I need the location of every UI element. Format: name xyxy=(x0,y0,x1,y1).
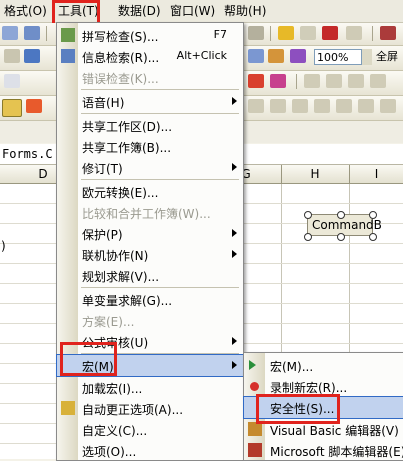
submenu-item-script-editor[interactable]: Microsoft 脚本编辑器(E) xyxy=(244,440,403,461)
submenu-arrow-icon xyxy=(232,250,237,258)
drawing-icon[interactable] xyxy=(290,49,306,63)
design-mode-icon[interactable] xyxy=(2,99,22,117)
submenu-arrow-icon xyxy=(232,229,237,237)
menu-item-euro-conversion[interactable]: 欧元转换(E)... xyxy=(57,181,243,202)
spelling-check-icon xyxy=(61,28,75,42)
chevron-down-icon[interactable] xyxy=(362,49,372,65)
button-icon[interactable] xyxy=(292,99,308,113)
paste-icon[interactable] xyxy=(24,26,40,40)
chart-icon[interactable] xyxy=(268,49,284,63)
resize-handle[interactable] xyxy=(304,211,312,219)
font-a-icon[interactable] xyxy=(380,26,396,40)
menu-window[interactable]: 窗口(W) xyxy=(170,3,215,19)
menu-data[interactable]: 数据(D) xyxy=(118,3,161,19)
play-icon xyxy=(249,360,256,370)
record-icon xyxy=(250,382,259,391)
combobox-icon[interactable] xyxy=(358,99,374,113)
submenu-arrow-icon xyxy=(232,361,237,369)
submenu-arrow-icon xyxy=(232,337,237,345)
option-icon[interactable] xyxy=(314,99,330,113)
submenu-arrow-icon xyxy=(232,97,237,105)
autocorrect-icon xyxy=(61,401,75,415)
checkbox-icon[interactable] xyxy=(248,99,264,113)
command-button-label: CommandB xyxy=(312,218,382,232)
list-icon[interactable] xyxy=(348,74,364,88)
menu-item-speech[interactable]: 语音(H) xyxy=(57,91,243,112)
merge-icon[interactable] xyxy=(270,74,286,88)
menu-item-online-collaboration[interactable]: 联机协作(N) xyxy=(57,244,243,265)
menu-item-options[interactable]: 选项(O)... xyxy=(57,440,243,461)
frame-icon[interactable] xyxy=(370,74,386,88)
full-screen-button[interactable]: 全屏 xyxy=(376,49,403,65)
menu-item-add-ins[interactable]: 加载宏(I)... xyxy=(57,377,243,398)
menu-item-shared-workbook[interactable]: 共享工作簿(B)... xyxy=(57,136,243,157)
zoom-select[interactable]: 100% xyxy=(314,49,362,65)
chevron-down-icon[interactable] xyxy=(300,26,316,40)
listbox-icon[interactable] xyxy=(336,99,352,113)
spelling-icon[interactable] xyxy=(4,49,20,63)
script-editor-icon xyxy=(248,443,262,457)
textbox-icon[interactable] xyxy=(270,99,286,113)
menu-item-solver[interactable]: 规划求解(V)... xyxy=(57,265,243,286)
resize-handle[interactable] xyxy=(369,233,377,241)
menu-item-protection[interactable]: 保护(P) xyxy=(57,223,243,244)
menu-item-goal-seek[interactable]: 单变量求解(G)... xyxy=(57,289,243,310)
font-size-icon[interactable] xyxy=(4,74,20,88)
menu-item-compare-merge: 比较和合并工作簿(W)... xyxy=(82,207,211,221)
submenu-arrow-icon xyxy=(232,163,237,171)
menu-item-error-check: 错误检查(K)... xyxy=(82,72,159,86)
resize-handle[interactable] xyxy=(337,211,345,219)
grid-icon[interactable] xyxy=(304,74,320,88)
border-icon[interactable] xyxy=(248,26,264,40)
menu-item-customize[interactable]: 自定义(C)... xyxy=(57,419,243,440)
toggle-icon[interactable] xyxy=(380,99,396,113)
research-icon xyxy=(61,49,75,63)
menu-item-spelling[interactable]: 拼写检查(S)... F7 xyxy=(57,25,243,46)
column-header-i[interactable]: I xyxy=(350,165,403,183)
align-icon[interactable] xyxy=(248,74,264,88)
cell-text: ) xyxy=(1,239,6,253)
tools-menu: 拼写检查(S)... F7 信息检索(R)... Alt+Click 错误检查(… xyxy=(56,22,244,461)
properties-icon[interactable] xyxy=(26,99,42,113)
menu-item-shared-workspace[interactable]: 共享工作区(D)... xyxy=(57,115,243,136)
column-header-h[interactable]: H xyxy=(282,165,348,183)
menu-item-track-changes[interactable]: 修订(T) xyxy=(57,157,243,178)
resize-handle[interactable] xyxy=(304,233,312,241)
menu-item-autocorrect[interactable]: 自动更正选项(A)... xyxy=(57,398,243,419)
resize-handle[interactable] xyxy=(369,211,377,219)
menu-item-scenarios: 方案(E)... xyxy=(82,315,135,329)
sort-icon[interactable] xyxy=(248,49,264,63)
underline-icon[interactable] xyxy=(2,26,18,40)
table-icon[interactable] xyxy=(326,74,342,88)
resize-handle[interactable] xyxy=(337,233,345,241)
name-box[interactable]: Forms.C xyxy=(2,147,53,161)
dropdown-icon[interactable] xyxy=(346,26,362,40)
fill-color-icon[interactable] xyxy=(278,26,294,40)
vba-editor-icon xyxy=(248,422,262,436)
research-icon[interactable] xyxy=(24,49,40,63)
menu-help[interactable]: 帮助(H) xyxy=(224,3,266,19)
menu-item-research[interactable]: 信息检索(R)... Alt+Click xyxy=(57,46,243,67)
submenu-item-macros[interactable]: 宏(M)... xyxy=(244,355,403,376)
menu-format[interactable]: 格式(O) xyxy=(4,3,47,19)
annotation-box-macro xyxy=(60,342,117,376)
font-color-icon[interactable] xyxy=(322,26,338,40)
annotation-box-security xyxy=(256,394,340,424)
